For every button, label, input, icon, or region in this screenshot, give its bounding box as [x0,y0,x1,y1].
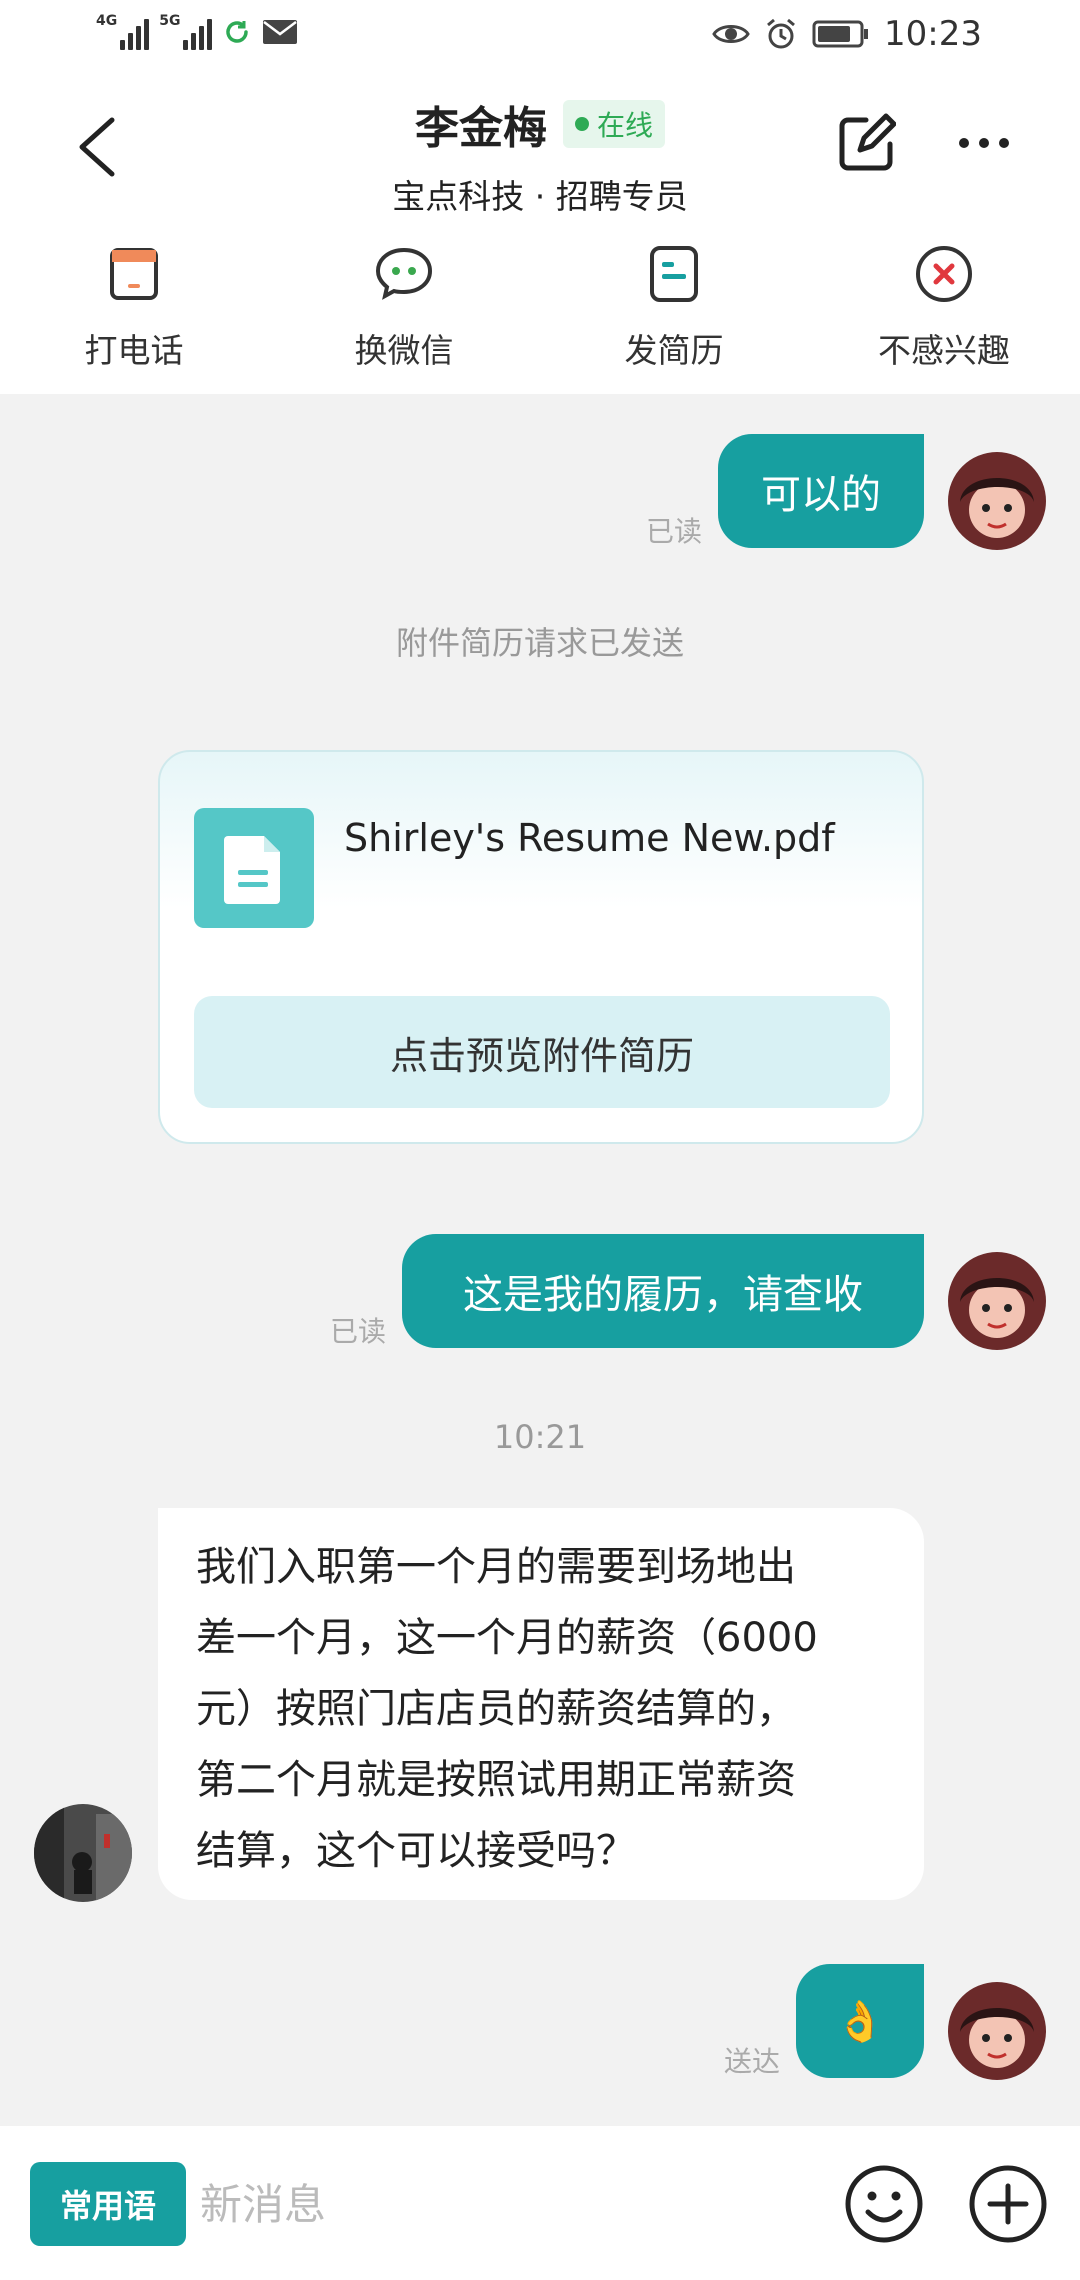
wechat-icon [375,247,433,300]
message-line: 差一个月，这一个月的薪资（6000 [196,1615,818,1661]
online-label: 在线 [596,109,653,142]
message-bubble-sent[interactable]: 这是我的履历，请查收 [402,1234,924,1348]
message-bubble-sent[interactable]: 👌 [796,1964,924,2078]
input-bar: 常用语 [0,2126,1080,2280]
phone-icon [110,248,158,300]
time-divider: 10:21 [493,1418,587,1456]
mail-icon [263,20,298,44]
message-line: 元）按照门店店员的薪资结算的， [196,1686,796,1732]
message-input[interactable] [200,2162,800,2246]
my-avatar[interactable] [948,452,1046,550]
eye-icon [712,25,750,43]
contact-name: 李金梅 [414,103,547,154]
delivered-receipt: 送达 [724,2045,781,2078]
plus-icon [969,2165,1047,2243]
message-line: 第二个月就是按照试用期正常薪资 [196,1757,796,1803]
battery-icon [812,20,869,48]
not-interested-label: 不感兴趣 [878,331,1010,370]
ok-hand-emoji: 👌 [835,1998,885,2045]
network-4g-label: 4G [96,13,118,29]
recruiter-avatar[interactable] [34,1804,132,1902]
online-dot-icon [574,117,589,131]
my-avatar[interactable] [948,1982,1046,2080]
message-bubble-sent[interactable]: 可以的 [718,434,924,548]
avatar-image [948,452,1046,550]
status-bar: 4G 5G 10:23 [0,0,1080,72]
system-message: 附件简历请求已发送 [395,624,684,662]
message-text: 这是我的履历，请查收 [463,1272,863,1318]
edit-button[interactable] [836,112,897,174]
chevron-left-icon [79,117,115,177]
document-glyph-icon [224,836,280,904]
edit-icon [839,113,897,171]
preview-resume-button[interactable]: 点击预览附件简历 [194,996,890,1108]
add-attachment-button[interactable] [966,2162,1050,2246]
back-button[interactable] [68,112,128,182]
more-dots-icon [959,138,1009,148]
resume-icon [650,246,698,302]
send-resume-label: 发简历 [624,331,724,370]
network-5g-label: 5G [159,13,181,29]
send-resume-action[interactable]: 发简历 [574,242,774,372]
my-avatar[interactable] [948,1252,1046,1350]
call-action[interactable]: 打电话 [34,242,234,372]
resume-file-card[interactable]: Shirley's Resume New.pdf 点击预览附件简历 [158,750,924,1144]
call-label: 打电话 [84,331,184,370]
contact-subtitle: 宝点科技 · 招聘专员 [392,177,688,216]
message-line: 结算，这个可以接受吗？ [196,1828,636,1874]
avatar-image [948,1982,1046,2080]
not-interested-action[interactable]: 不感兴趣 [844,242,1044,372]
wechat-action[interactable]: 换微信 [304,242,504,372]
common-phrases-button[interactable]: 常用语 [30,2162,186,2246]
read-receipt: 已读 [330,1315,387,1348]
avatar-image [34,1804,132,1902]
signal-4g-icon: 4G [96,13,150,50]
file-name: Shirley's Resume New.pdf [344,816,835,860]
signal-5g-icon: 5G [159,13,213,50]
alarm-icon [767,18,795,49]
message-bubble-received[interactable]: 我们入职第一个月的需要到场地出 差一个月，这一个月的薪资（6000 元）按照门店… [158,1508,924,1900]
name-row: 李金梅 在线 [300,92,780,156]
not-interested-icon [916,246,972,302]
online-badge: 在线 [562,100,665,148]
message-text: 可以的 [761,472,881,518]
sync-icon [226,21,249,43]
status-left: 4G 5G [96,14,298,50]
message-line: 我们入职第一个月的需要到场地出 [196,1544,796,1590]
clock: 10:23 [884,14,982,54]
document-icon [194,808,314,928]
emoji-button[interactable] [842,2162,926,2246]
chat-screen: 4G 5G 10:23 李金梅 在线 宝点科技 · 招聘专员 打电话 换微信 发… [0,0,1080,2280]
read-receipt: 已读 [646,515,703,548]
emoji-icon [845,2165,923,2243]
more-button[interactable] [956,128,1012,158]
wechat-label: 换微信 [354,331,454,370]
status-right: 10:23 [712,14,982,54]
avatar-image [948,1252,1046,1350]
chat-title: 李金梅 在线 宝点科技 · 招聘专员 [300,92,780,218]
